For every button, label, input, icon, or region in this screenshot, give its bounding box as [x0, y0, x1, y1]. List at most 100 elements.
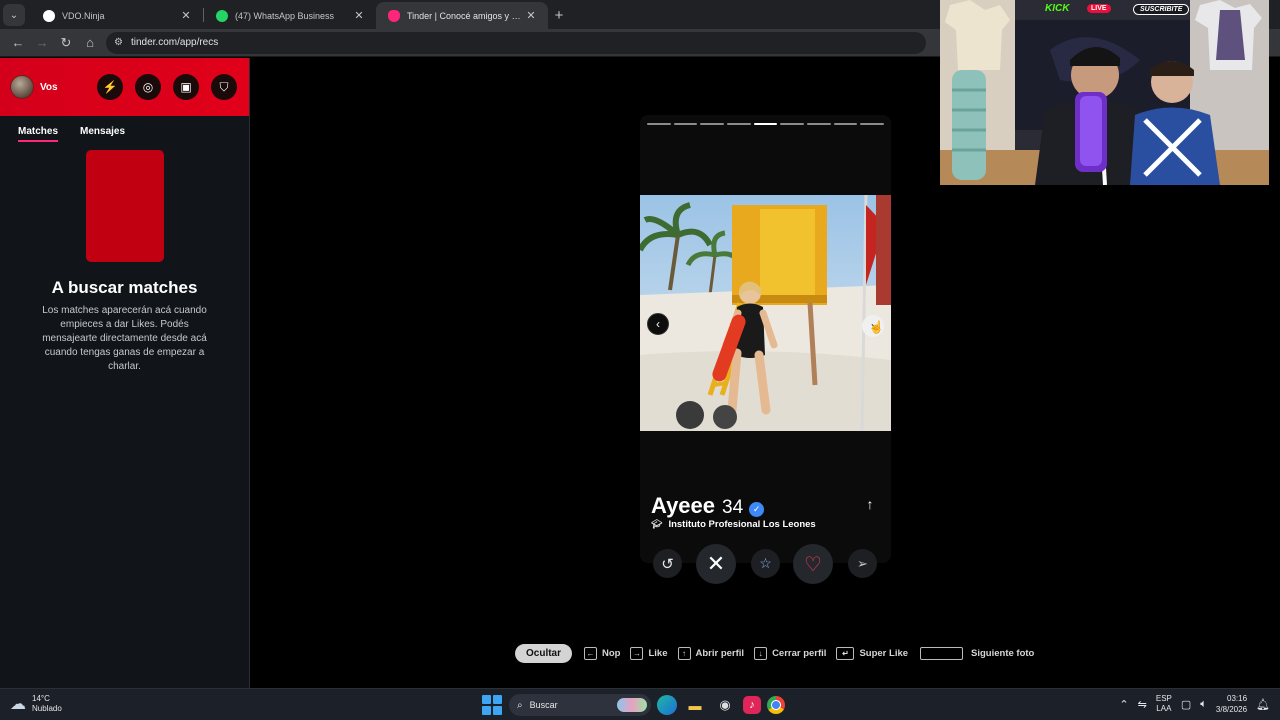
edge-icon[interactable]: [657, 695, 677, 715]
tinder-favicon-icon: [388, 9, 400, 22]
user-name[interactable]: Vos: [40, 82, 58, 93]
weather-text: 14°C Nublado: [32, 694, 62, 714]
explore-icon[interactable]: ◎: [135, 74, 161, 100]
space-key-icon: [920, 646, 964, 660]
search-icon: ⌕: [517, 699, 523, 711]
tab-title: VDO.Ninja: [62, 10, 105, 21]
photo-progress-segment[interactable]: [833, 123, 858, 125]
beach-photo-illustration: [640, 195, 891, 431]
sidebar-header: Vos ⚡ ◎ ▣ ⛉: [0, 58, 249, 116]
home-icon[interactable]: ⌂: [78, 31, 102, 55]
sidebar-tabs: Matches Mensajes: [0, 116, 249, 142]
hint-super-like: Super Like: [859, 647, 909, 659]
hint-close-profile: Cerrar perfil: [772, 647, 827, 659]
open-profile-arrow-icon[interactable]: ↑: [862, 496, 878, 512]
whatsapp-favicon-icon: [216, 9, 228, 22]
match-placeholder-card: [86, 150, 164, 262]
profile-card[interactable]: ‹ › Ayeee 34 ✓ ↑ 🎓︎ Instituto Profesiona…: [640, 115, 891, 563]
forward-arrow-icon[interactable]: →: [30, 31, 54, 55]
photo-progress-segment[interactable]: [780, 123, 805, 125]
notification-bell-icon[interactable]: 🔔︎: [1256, 698, 1270, 711]
clock-date: 3/8/2026: [1215, 705, 1248, 714]
weather-condition: Nublado: [32, 704, 62, 713]
taskbar-center: ⌕ Buscar ▬ ◉ ♪: [481, 693, 785, 717]
kick-logo: KICK: [1045, 3, 1070, 14]
address-bar[interactable]: ⚙ tinder.com/app/recs: [106, 31, 926, 54]
subscribe-badge: SUSCRIBITE: [1133, 4, 1190, 15]
reload-icon[interactable]: ↻: [54, 31, 78, 55]
volume-icon[interactable]: 🔈︎: [1200, 698, 1207, 711]
send-message-button[interactable]: ➢: [848, 549, 877, 578]
hand-cursor-icon: ☝: [869, 320, 884, 334]
windows-start-icon[interactable]: [481, 694, 503, 716]
previous-photo-chevron-icon[interactable]: ‹: [647, 313, 669, 335]
avatar[interactable]: [10, 75, 34, 99]
tab-whatsapp-business[interactable]: (47) WhatsApp Business ✕: [204, 2, 376, 29]
clock[interactable]: 03:16 3/8/2026: [1216, 693, 1247, 715]
photo-progress-segment[interactable]: [673, 123, 698, 125]
windows-taskbar: ☁ 14°C Nublado ⌕ Buscar ▬ ◉ ♪ ⌃ ⇋ ESP LA…: [0, 688, 1280, 720]
photo-progress-segment[interactable]: [700, 123, 725, 125]
rewind-button[interactable]: ↺: [653, 549, 682, 578]
profile-photo[interactable]: [640, 195, 891, 431]
shield-icon[interactable]: ⛉: [211, 74, 237, 100]
webcam-video-frame: [940, 0, 1269, 185]
tab-title: Tinder | Conocé amigos y gente nueva: [407, 10, 524, 21]
photo-progress-segment[interactable]: [647, 123, 671, 125]
new-tab-plus-icon[interactable]: +: [548, 4, 570, 26]
photo-progress-segment[interactable]: [860, 123, 885, 125]
profile-name: Ayeee: [651, 493, 716, 518]
super-like-button[interactable]: ☆: [751, 549, 780, 578]
photo-progress-segment[interactable]: [807, 123, 831, 125]
display-icon[interactable]: ▢: [1181, 698, 1191, 711]
nope-button[interactable]: ✕: [696, 544, 736, 584]
obs-icon[interactable]: ◉: [713, 693, 737, 717]
photo-progress-segment[interactable]: [727, 123, 751, 125]
sidebar-header-icons: ⚡ ◎ ▣ ⛉: [97, 74, 237, 100]
back-arrow-icon[interactable]: ←: [6, 31, 30, 55]
close-icon[interactable]: ✕: [524, 9, 538, 22]
action-buttons: ↺ ✕ ☆ ♡ ➢: [653, 544, 887, 584]
system-tray: ⌃ ⇋ ESP LAA ▢ 🔈︎ 03:16 3/8/2026 🔔︎: [1119, 693, 1270, 715]
empty-state-text: Los matches aparecerán acá cuando empiec…: [42, 305, 207, 372]
chevron-up-icon[interactable]: ⌃: [1119, 698, 1128, 711]
tab-matches[interactable]: Matches: [18, 126, 59, 142]
profile-school: 🎓︎ Instituto Profesional Los Leones: [651, 519, 816, 530]
tab-mensajes[interactable]: Mensajes: [80, 126, 125, 142]
language-code: ESP: [1155, 694, 1172, 703]
profile-name-row: Ayeee 34 ✓: [651, 493, 765, 519]
weather-widget[interactable]: ☁ 14°C Nublado: [10, 694, 62, 714]
graduation-cap-icon: 🎓︎: [651, 519, 663, 529]
briefcase-icon[interactable]: ▣: [173, 74, 199, 100]
taskbar-search[interactable]: ⌕ Buscar: [509, 694, 651, 716]
photo-progress-segment[interactable]: [753, 123, 778, 125]
search-placeholder: Buscar: [529, 700, 558, 710]
vdo-ninja-favicon-icon: [43, 9, 55, 22]
language-indicator[interactable]: ESP LAA: [1156, 694, 1172, 714]
boost-icon[interactable]: ⚡: [97, 74, 123, 100]
star-icon: ☆: [759, 555, 772, 571]
hint-nope: Nop: [602, 647, 621, 659]
rewind-icon: ↺: [661, 555, 674, 573]
photo-progress: [647, 123, 885, 125]
file-explorer-icon[interactable]: ▬: [683, 693, 707, 717]
tab-vdo-ninja[interactable]: VDO.Ninja ✕: [31, 2, 203, 29]
tiktok-icon[interactable]: ♪: [743, 696, 761, 714]
tab-title: (47) WhatsApp Business: [235, 10, 335, 21]
temperature: 14°C: [32, 694, 50, 703]
tab-search-chevron-icon[interactable]: ⌄: [3, 4, 25, 26]
down-arrow-key-icon: ↓: [754, 646, 768, 660]
tinder-sidebar: Vos ⚡ ◎ ▣ ⛉ Matches Mensajes A buscar ma…: [0, 58, 250, 688]
like-button[interactable]: ♡: [793, 544, 833, 584]
network-icon[interactable]: ⇋: [1138, 698, 1147, 711]
close-icon[interactable]: ✕: [179, 9, 193, 22]
verified-badge-icon: ✓: [749, 502, 765, 517]
tab-tinder[interactable]: Tinder | Conocé amigos y gente nueva ✕: [376, 2, 548, 29]
chrome-icon[interactable]: [767, 696, 785, 714]
hide-hints-button[interactable]: Ocultar: [515, 643, 573, 663]
site-info-icon[interactable]: ⚙: [114, 37, 123, 48]
close-icon[interactable]: ✕: [352, 9, 366, 22]
hint-like: Like: [648, 647, 668, 659]
keyboard-layout: LAA: [1156, 704, 1172, 713]
left-arrow-key-icon: ←: [584, 646, 598, 660]
